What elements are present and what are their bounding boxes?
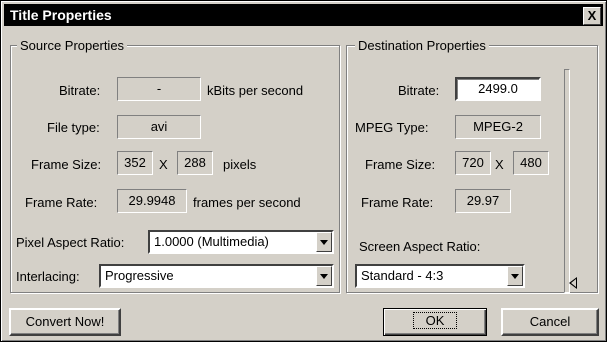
pixel-aspect-ratio-value: 1.0000 (Multimedia) bbox=[154, 234, 269, 249]
source-filetype-label: File type: bbox=[47, 120, 100, 135]
cancel-button[interactable]: Cancel bbox=[501, 308, 599, 336]
source-filetype-field: avi bbox=[117, 115, 201, 139]
destination-properties-legend: Destination Properties bbox=[355, 38, 489, 53]
source-framesize-width: 352 bbox=[117, 151, 153, 175]
chevron-down-icon[interactable] bbox=[507, 266, 523, 286]
source-bitrate-field: - bbox=[117, 77, 201, 101]
chevron-down-icon[interactable] bbox=[316, 232, 332, 252]
source-framerate-label: Frame Rate: bbox=[25, 195, 98, 210]
title-bar: Title Properties X bbox=[4, 4, 603, 26]
window-title: Title Properties bbox=[10, 7, 112, 23]
convert-now-button[interactable]: Convert Now! bbox=[9, 308, 121, 336]
destination-framerate-label: Frame Rate: bbox=[361, 195, 434, 210]
destination-framesize-label: Frame Size: bbox=[365, 157, 436, 172]
slider-track bbox=[564, 69, 570, 293]
destination-framesize-height: 480 bbox=[513, 151, 549, 175]
screen-aspect-ratio-label: Screen Aspect Ratio: bbox=[359, 239, 481, 254]
destination-framesize-width: 720 bbox=[455, 151, 491, 175]
mpeg-type-label: MPEG Type: bbox=[355, 120, 429, 135]
source-framesize-unit: pixels bbox=[223, 157, 257, 172]
source-properties-legend: Source Properties bbox=[17, 38, 128, 53]
source-framerate-field: 29.9948 bbox=[117, 189, 187, 213]
interlacing-select[interactable]: Progressive bbox=[99, 264, 334, 288]
screen-aspect-ratio-value: Standard - 4:3 bbox=[361, 268, 444, 283]
destination-bitrate-label: Bitrate: bbox=[398, 83, 440, 98]
mpeg-type-field: MPEG-2 bbox=[455, 115, 541, 139]
source-framerate-unit: frames per second bbox=[193, 195, 301, 210]
slider-thumb[interactable] bbox=[569, 277, 577, 289]
destination-framerate-field: 29.97 bbox=[455, 189, 511, 213]
source-bitrate-label: Bitrate: bbox=[59, 83, 101, 98]
close-button[interactable]: X bbox=[583, 7, 601, 25]
chevron-down-icon[interactable] bbox=[316, 266, 332, 286]
source-bitrate-unit: kBits per second bbox=[207, 83, 304, 98]
pixel-aspect-ratio-select[interactable]: 1.0000 (Multimedia) bbox=[148, 230, 334, 254]
pixel-aspect-ratio-label: Pixel Aspect Ratio: bbox=[16, 235, 125, 250]
destination-bitrate-input[interactable]: 2499.0 bbox=[455, 77, 541, 101]
destination-framesize-x: X bbox=[495, 157, 504, 172]
ok-button-label: OK bbox=[412, 312, 458, 329]
screen-aspect-ratio-select[interactable]: Standard - 4:3 bbox=[355, 264, 525, 288]
source-framesize-label: Frame Size: bbox=[31, 157, 102, 172]
ok-button[interactable]: OK bbox=[383, 308, 487, 336]
interlacing-label: Interlacing: bbox=[16, 269, 80, 284]
title-properties-dialog: Title Properties X Source Properties Bit… bbox=[0, 0, 607, 342]
interlacing-value: Progressive bbox=[105, 268, 174, 283]
source-framesize-height: 288 bbox=[177, 151, 213, 175]
source-framesize-x: X bbox=[159, 157, 168, 172]
